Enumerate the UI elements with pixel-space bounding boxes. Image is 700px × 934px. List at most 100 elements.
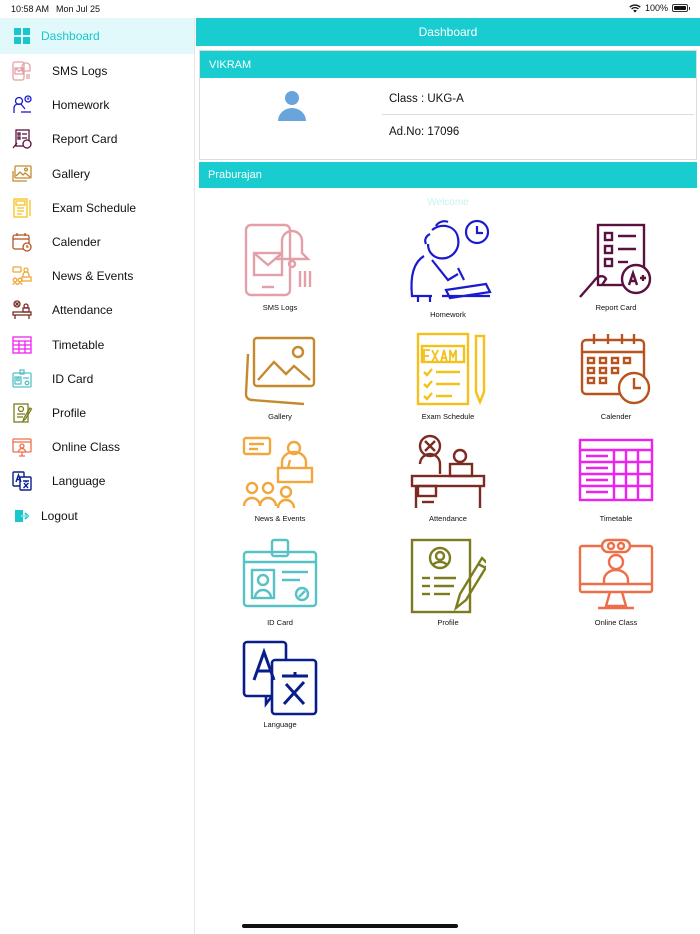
wifi-icon	[629, 3, 641, 12]
sidebar-item-gallery[interactable]: Gallery	[0, 157, 194, 191]
tile-report-card[interactable]: Report Card	[556, 223, 676, 312]
student-card[interactable]: VIKRAM Class : UKG-A Ad.No: 17096	[199, 50, 697, 160]
tile-id-card[interactable]: ID Card	[220, 538, 340, 627]
main-content: Dashboard VIKRAM Class : UKG-A Ad.No: 17…	[196, 18, 700, 934]
tile-calender[interactable]: Calender	[556, 332, 676, 421]
sidebar-item-profile[interactable]: Profile	[0, 396, 194, 430]
tile-label: Homework	[430, 310, 466, 319]
sidebar-item-label: Profile	[52, 405, 87, 420]
sidebar-item-logout[interactable]: Logout	[0, 498, 194, 532]
tile-label: News & Events	[254, 514, 306, 523]
sidebar-item-label: Attendance	[52, 303, 113, 318]
language-translate-icon	[242, 640, 318, 716]
exam-paper-icon	[11, 197, 33, 219]
tile-attendance[interactable]: Attendance	[388, 434, 508, 523]
tile-gallery[interactable]: Gallery	[220, 332, 340, 421]
sidebar-item-label: ID Card	[52, 371, 94, 386]
sidebar-item-label: Timetable	[52, 337, 105, 352]
student-adno: Ad.No: 17096	[382, 116, 694, 148]
report-card-icon	[579, 223, 652, 298]
parent-name-bar: Praburajan	[199, 162, 697, 188]
student-class-text: Class : UKG-A	[389, 92, 464, 105]
sidebar-item-language[interactable]: Language	[0, 464, 194, 498]
avatar-icon	[278, 91, 306, 121]
dashboard-grid-icon	[13, 25, 31, 47]
logout-arrow-icon	[13, 505, 31, 527]
sidebar-item-exam-schedule[interactable]: Exam Schedule	[0, 191, 194, 225]
status-right: 100%	[629, 3, 690, 13]
id-card-icon	[11, 368, 33, 390]
online-class-monitor-icon	[11, 436, 33, 458]
sidebar-item-report-card[interactable]: Report Card	[0, 122, 194, 156]
profile-document-icon	[410, 538, 486, 614]
tile-timetable[interactable]: Timetable	[556, 434, 676, 523]
report-card-icon	[11, 128, 33, 150]
tile-profile[interactable]: Profile	[388, 538, 508, 627]
sidebar-item-dashboard[interactable]: Dashboard	[0, 18, 194, 54]
homework-student-icon	[410, 219, 492, 302]
student-class: Class : UKG-A	[382, 83, 694, 115]
gallery-image-icon	[11, 163, 33, 185]
homework-student-icon	[11, 94, 33, 116]
battery-icon	[672, 4, 690, 12]
parent-name: Praburajan	[208, 169, 262, 181]
sidebar-item-label: Homework	[52, 98, 110, 113]
tile-label: Report Card	[595, 303, 637, 312]
student-adno-text: Ad.No: 17096	[389, 126, 460, 138]
sidebar-item-label: Online Class	[52, 440, 121, 455]
sidebar-item-sms-logs[interactable]: SMS Logs	[0, 54, 194, 88]
status-date: Mon Jul 25	[56, 4, 101, 14]
page-title: Dashboard	[418, 25, 478, 39]
timetable-grid-icon	[578, 438, 654, 502]
sidebar-item-homework[interactable]: Homework	[0, 88, 194, 122]
id-card-icon	[242, 538, 318, 608]
sidebar-item-label: Dashboard	[41, 29, 100, 43]
attendance-desk-icon	[11, 299, 33, 321]
tile-label: Calender	[600, 412, 632, 421]
battery-fill	[674, 6, 686, 10]
sidebar-item-id-card[interactable]: ID Card	[0, 362, 194, 396]
sidebar-item-attendance[interactable]: Attendance	[0, 293, 194, 327]
gallery-image-icon	[244, 336, 316, 406]
sidebar-item-timetable[interactable]: Timetable	[0, 328, 194, 362]
language-translate-icon	[11, 470, 33, 492]
tile-label: ID Card	[267, 618, 293, 627]
tile-label: Exam Schedule	[421, 412, 475, 421]
welcome-text: Welcome	[427, 197, 469, 208]
tile-online-class[interactable]: Online Class	[556, 538, 676, 627]
student-name-header: VIKRAM	[200, 51, 696, 78]
tile-news-events[interactable]: News & Events	[220, 434, 340, 523]
tile-label: Attendance	[429, 514, 467, 523]
attendance-desk-icon	[410, 434, 486, 508]
tile-label: Profile	[437, 618, 459, 627]
tile-homework[interactable]: Homework	[388, 216, 508, 319]
tile-label: Gallery	[268, 412, 292, 421]
sidebar-item-label: Logout	[41, 508, 78, 523]
status-bar: 10:58 AM Mon Jul 25 100%	[0, 0, 700, 18]
home-indicator[interactable]	[242, 924, 458, 928]
profile-document-icon	[11, 402, 33, 424]
sidebar-item-online-class[interactable]: Online Class	[0, 430, 194, 464]
sidebar-item-calender[interactable]: Calender	[0, 225, 194, 259]
tile-exam-schedule[interactable]: Exam Schedule	[388, 332, 508, 421]
tile-language[interactable]: Language	[220, 640, 340, 729]
sidebar-item-label: Gallery	[52, 166, 91, 181]
exam-paper-icon	[416, 332, 486, 406]
battery-percent: 100%	[644, 3, 668, 13]
sidebar-item-label: News & Events	[52, 269, 134, 284]
news-events-icon	[242, 436, 314, 509]
calendar-clock-icon	[580, 334, 651, 405]
news-events-icon	[11, 265, 33, 287]
sidebar: Dashboard SMS Logs Homework Report Card …	[0, 18, 195, 934]
sms-phone-icon	[244, 223, 312, 297]
tile-label: Timetable	[599, 514, 633, 523]
tile-label: Language	[263, 720, 297, 729]
student-name: VIKRAM	[209, 58, 252, 71]
sms-phone-icon	[11, 60, 33, 82]
tile-sms-logs[interactable]: SMS Logs	[220, 223, 340, 312]
sidebar-item-news-events[interactable]: News & Events	[0, 259, 194, 293]
timetable-grid-icon	[11, 334, 33, 356]
calendar-clock-icon	[11, 231, 33, 253]
sidebar-item-label: Report Card	[52, 132, 118, 147]
status-time: 10:58 AM	[11, 4, 50, 14]
